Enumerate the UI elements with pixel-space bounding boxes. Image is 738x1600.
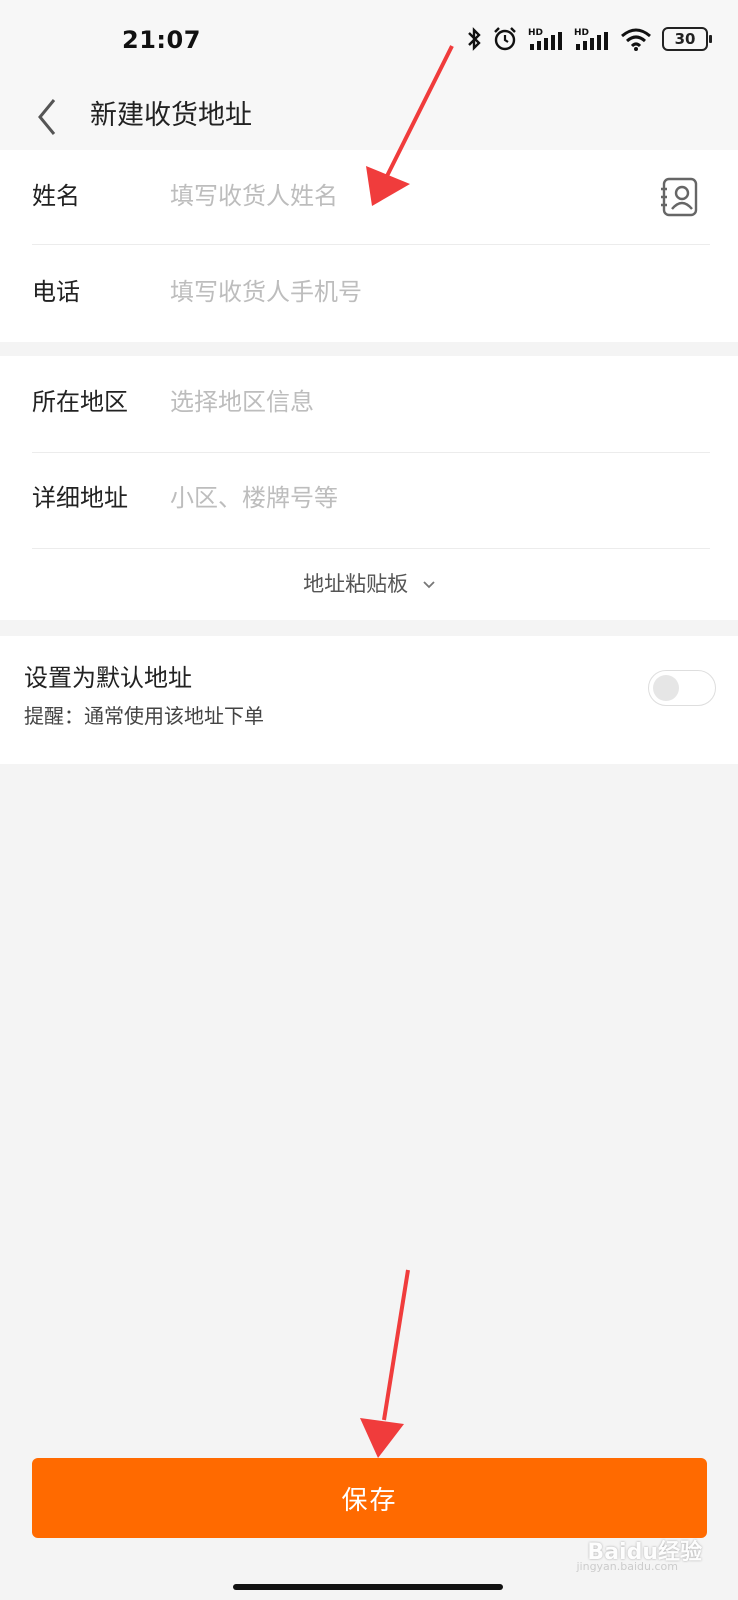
- status-bar: 21:07 HD HD 30: [0, 0, 738, 84]
- default-address-hint: 提醒：通常使用该地址下单: [24, 704, 264, 728]
- region-input[interactable]: [170, 382, 630, 422]
- detail-label: 详细地址: [32, 484, 128, 512]
- page-title: 新建收货地址: [90, 100, 252, 131]
- battery-icon: 30: [662, 27, 712, 51]
- divider: [32, 244, 710, 245]
- svg-text:HD: HD: [528, 28, 543, 38]
- home-indicator: [233, 1584, 503, 1590]
- divider: [32, 548, 710, 549]
- default-address-title: 设置为默认地址: [24, 664, 192, 692]
- hd-signal-icon: HD: [528, 28, 562, 50]
- address-paste-toggle[interactable]: 地址粘贴板: [0, 568, 738, 598]
- detail-row: 详细地址: [32, 452, 710, 548]
- name-row: 姓名: [32, 150, 710, 246]
- name-input[interactable]: [170, 176, 630, 216]
- nav-bar: 新建收货地址: [0, 84, 738, 151]
- address-card: 所在地区 详细地址 地址粘贴板: [0, 356, 738, 620]
- default-address-card: 设置为默认地址 提醒：通常使用该地址下单: [0, 636, 738, 764]
- chevron-down-icon: [423, 581, 435, 589]
- baidu-watermark-url: jingyan.baidu.com: [576, 1560, 678, 1573]
- wifi-icon: [621, 28, 651, 51]
- status-icons: HD HD 30: [466, 26, 712, 52]
- status-time: 21:07: [122, 26, 201, 54]
- contact-book-icon[interactable]: [660, 176, 700, 218]
- alarm-icon: [494, 27, 516, 51]
- detail-input[interactable]: [170, 478, 630, 518]
- region-label: 所在地区: [32, 388, 128, 416]
- default-address-toggle[interactable]: [648, 670, 716, 706]
- toggle-knob: [653, 675, 679, 701]
- phone-label: 电话: [32, 278, 80, 306]
- svg-text:HD: HD: [574, 28, 589, 38]
- phone-input[interactable]: [170, 272, 630, 312]
- back-icon[interactable]: [30, 92, 66, 142]
- region-row[interactable]: 所在地区: [32, 356, 710, 452]
- phone-row: 电话: [32, 246, 710, 342]
- save-button[interactable]: 保存: [32, 1458, 707, 1538]
- arrow-to-save-button: [360, 1269, 410, 1458]
- contact-card: 姓名 电话: [0, 150, 738, 342]
- bluetooth-icon: [468, 27, 481, 51]
- paste-label: 地址粘贴板: [303, 572, 409, 596]
- hd-signal-icon: HD: [574, 28, 608, 50]
- name-label: 姓名: [32, 182, 80, 210]
